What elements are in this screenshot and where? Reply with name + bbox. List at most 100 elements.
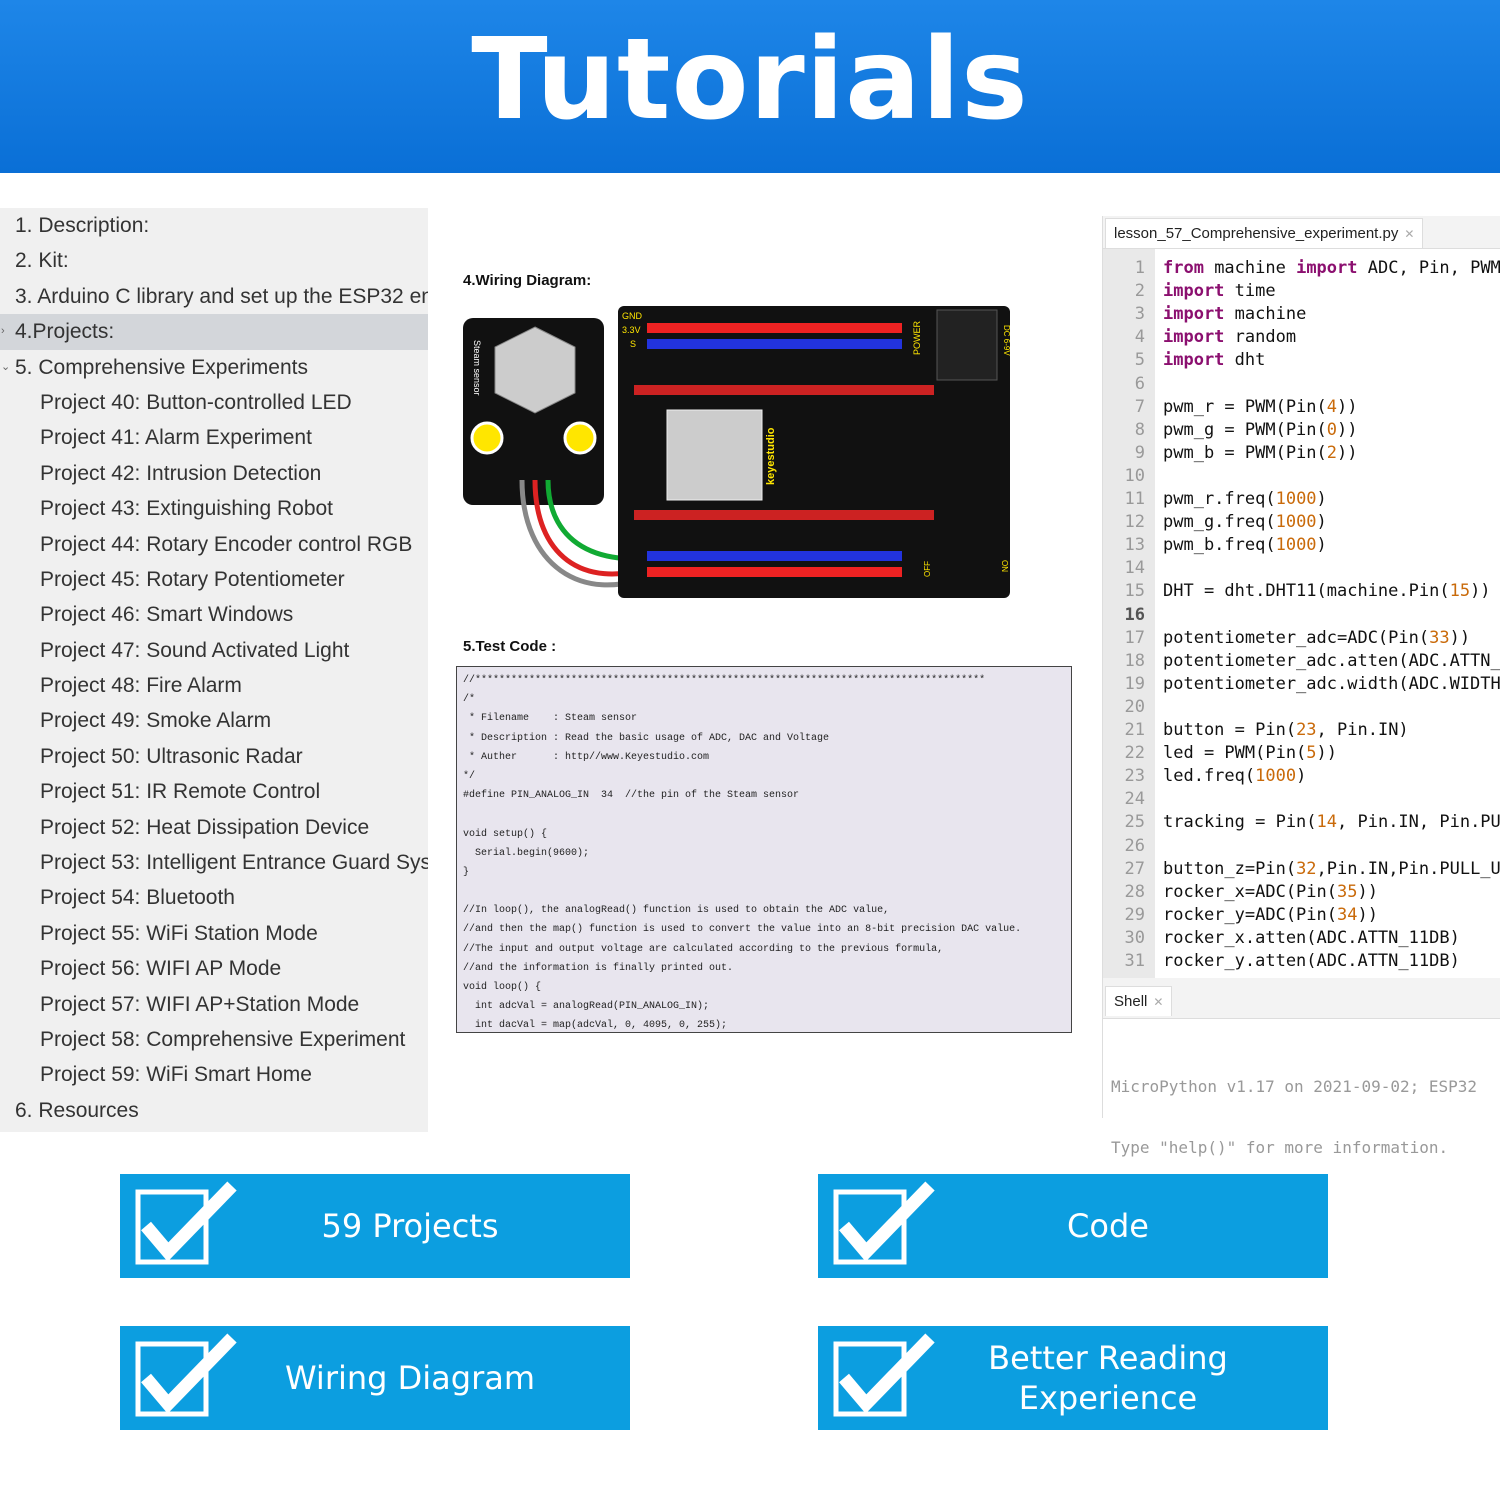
sidebar-item[interactable]: Project 53: Intelligent Entrance Guard S… (0, 845, 428, 880)
line-number: 31 (1124, 951, 1145, 971)
sidebar-item-label: Project 43: Extinguishing Robot (40, 497, 334, 521)
code-line: 27 button_z=Pin(32,Pin.IN,Pin.PULL_U (1103, 858, 1500, 881)
code-line: } (463, 866, 470, 878)
sidebar-item[interactable]: Project 51: IR Remote Control (0, 774, 428, 809)
line-number: 1 (1134, 258, 1145, 278)
sidebar-item[interactable]: 2. Kit: (0, 243, 428, 278)
code-line: 11 pwm_r.freq(1000) (1103, 488, 1500, 511)
code-line: 18 potentiometer_adc.atten(ADC.ATTN_ (1103, 650, 1500, 673)
sidebar-item-label: Project 55: WiFi Station Mode (40, 921, 318, 945)
sidebar-item-label: Project 40: Button-controlled LED (40, 390, 352, 414)
sidebar-item[interactable]: Project 43: Extinguishing Robot (0, 491, 428, 526)
feature-label: Wiring Diagram (284, 1359, 536, 1397)
sidebar-item[interactable]: Project 44: Rotary Encoder control RGB (0, 527, 428, 562)
code-line: 16 (1103, 604, 1500, 627)
code-text: potentiometer_adc=ADC(Pin(33)) (1163, 627, 1471, 648)
line-number: 26 (1124, 835, 1145, 856)
editor-tab-label: lesson_57_Comprehensive_experiment.py (1114, 225, 1399, 242)
line-number: 8 (1134, 419, 1145, 440)
feature-label: Code (1067, 1207, 1149, 1245)
code-line: 30 rocker_x.atten(ADC.ATTN_11DB) (1103, 927, 1500, 950)
sidebar-item[interactable]: Project 40: Button-controlled LED (0, 385, 428, 420)
sidebar-item-label: Project 47: Sound Activated Light (40, 638, 350, 662)
code-line: Serial.begin(9600); (463, 847, 590, 859)
sidebar-item[interactable]: 6. Resources (0, 1093, 428, 1128)
sidebar-item[interactable]: › 4.Projects: (0, 314, 428, 350)
sidebar-item[interactable]: Project 42: Intrusion Detection (0, 456, 428, 491)
sidebar-item[interactable]: 3. Arduino C library and set up the ESP3… (0, 279, 428, 314)
sidebar-item[interactable]: Project 54: Bluetooth (0, 880, 428, 915)
sidebar-item-label: Project 50: Ultrasonic Radar (40, 744, 303, 768)
sidebar-item[interactable]: Project 46: Smart Windows (0, 597, 428, 632)
off-label: OFF (923, 561, 932, 577)
sidebar-item-label: Project 53: Intelligent Entrance Guard S… (40, 851, 428, 875)
code-text: rocker_y.atten(ADC.ATTN_11DB) (1163, 951, 1460, 971)
code-text: rocker_x=ADC(Pin(35)) (1163, 881, 1378, 902)
line-number: 3 (1134, 304, 1145, 325)
code-line: void setup() { (463, 828, 548, 840)
feature-code: Code (818, 1174, 1328, 1278)
chevron-right-icon[interactable]: › (1, 314, 5, 349)
code-text: import dht (1163, 350, 1266, 371)
chevron-down-icon[interactable]: ⌄ (1, 350, 10, 385)
sidebar-item[interactable]: Project 59: WiFi Smart Home (0, 1057, 428, 1092)
code-line: 8 pwm_g = PWM(Pin(0)) (1103, 419, 1500, 442)
shell-tab-label: Shell (1114, 993, 1148, 1010)
sidebar-item[interactable]: Project 49: Smoke Alarm (0, 703, 428, 738)
shell-console[interactable]: MicroPython v1.17 on 2021-09-02; ESP32 T… (1103, 1018, 1500, 1218)
close-icon[interactable]: ✕ (1153, 995, 1163, 1009)
code-text: import random (1163, 327, 1297, 348)
line-number: 2 (1134, 281, 1145, 302)
sidebar-item[interactable]: 1. Description: (0, 208, 428, 243)
sidebar-item-label: Project 51: IR Remote Control (40, 780, 321, 804)
sidebar-item-label: Project 59: WiFi Smart Home (40, 1063, 312, 1087)
code-line: int adcVal = analogRead(PIN_ANALOG_IN); (463, 1001, 710, 1013)
sidebar-item[interactable]: Project 55: WiFi Station Mode (0, 916, 428, 951)
code-line: 4 import random (1103, 326, 1500, 349)
sidebar-item-label: Project 57: WIFI AP+Station Mode (40, 992, 360, 1016)
sidebar-item[interactable]: Project 50: Ultrasonic Radar (0, 739, 428, 774)
sidebar-item[interactable]: Project 56: WIFI AP Mode (0, 951, 428, 986)
pin-label-gnd: GND (622, 311, 643, 321)
code-line: void loop() { (463, 982, 542, 993)
sidebar-item[interactable]: Project 47: Sound Activated Light (0, 633, 428, 668)
code-line: 2 import time (1103, 280, 1500, 303)
code-line: 19 potentiometer_adc.width(ADC.WIDTH (1103, 673, 1500, 696)
code-text: import machine (1163, 304, 1307, 325)
sidebar-item-label: Project 45: Rotary Potentiometer (40, 567, 345, 591)
shell-tab[interactable]: Shell ✕ (1105, 986, 1173, 1016)
code-line: 6 (1103, 373, 1500, 396)
code-text: button_z=Pin(32,Pin.IN,Pin.PULL_U (1163, 858, 1500, 879)
sidebar-item[interactable]: Project 41: Alarm Experiment (0, 420, 428, 455)
close-icon[interactable]: ✕ (1404, 227, 1414, 241)
line-number: 15 (1124, 581, 1145, 602)
editor-tab[interactable]: lesson_57_Comprehensive_experiment.py ✕ (1105, 218, 1424, 248)
sidebar-item[interactable]: Project 52: Heat Dissipation Device (0, 810, 428, 845)
sidebar-item[interactable]: ⌄ 5. Comprehensive Experiments (0, 350, 428, 385)
code-line: int dacVal = map(adcVal, 0, 4095, 0, 255… (463, 1020, 728, 1032)
sidebar-item[interactable]: Project 58: Comprehensive Experiment (0, 1022, 428, 1057)
code-text: pwm_g.freq(1000) (1163, 512, 1327, 533)
shell-line: MicroPython v1.17 on 2021-09-02; ESP32 (1111, 1077, 1478, 1096)
code-line: 3 import machine (1103, 303, 1500, 326)
code-line: 25 tracking = Pin(14, Pin.IN, Pin.PU (1103, 811, 1500, 834)
sidebar-item[interactable]: Project 57: WIFI AP+Station Mode (0, 987, 428, 1022)
line-number: 30 (1124, 927, 1145, 948)
code-line: 21 button = Pin(23, Pin.IN) (1103, 719, 1500, 742)
sidebar-item[interactable]: Project 45: Rotary Potentiometer (0, 562, 428, 597)
code-area[interactable]: 1 from machine import ADC, Pin, PWM 2 impor… (1103, 248, 1500, 978)
code-line: 5 import dht (1103, 349, 1500, 372)
feature-wiring-diagram: Wiring Diagram (120, 1326, 630, 1430)
line-number: 27 (1124, 858, 1145, 879)
brand-label: keyestudio (765, 427, 777, 485)
sidebar-item-label: Project 44: Rotary Encoder control RGB (40, 532, 413, 556)
line-number: 11 (1124, 489, 1145, 509)
line-number: 23 (1124, 766, 1145, 787)
line-number: 29 (1124, 904, 1145, 925)
test-code-heading: 5.Test Code : (463, 638, 557, 655)
sidebar-item[interactable]: Project 48: Fire Alarm (0, 668, 428, 703)
wiring-heading: 4.Wiring Diagram: (463, 272, 592, 289)
line-number: 12 (1124, 512, 1145, 533)
